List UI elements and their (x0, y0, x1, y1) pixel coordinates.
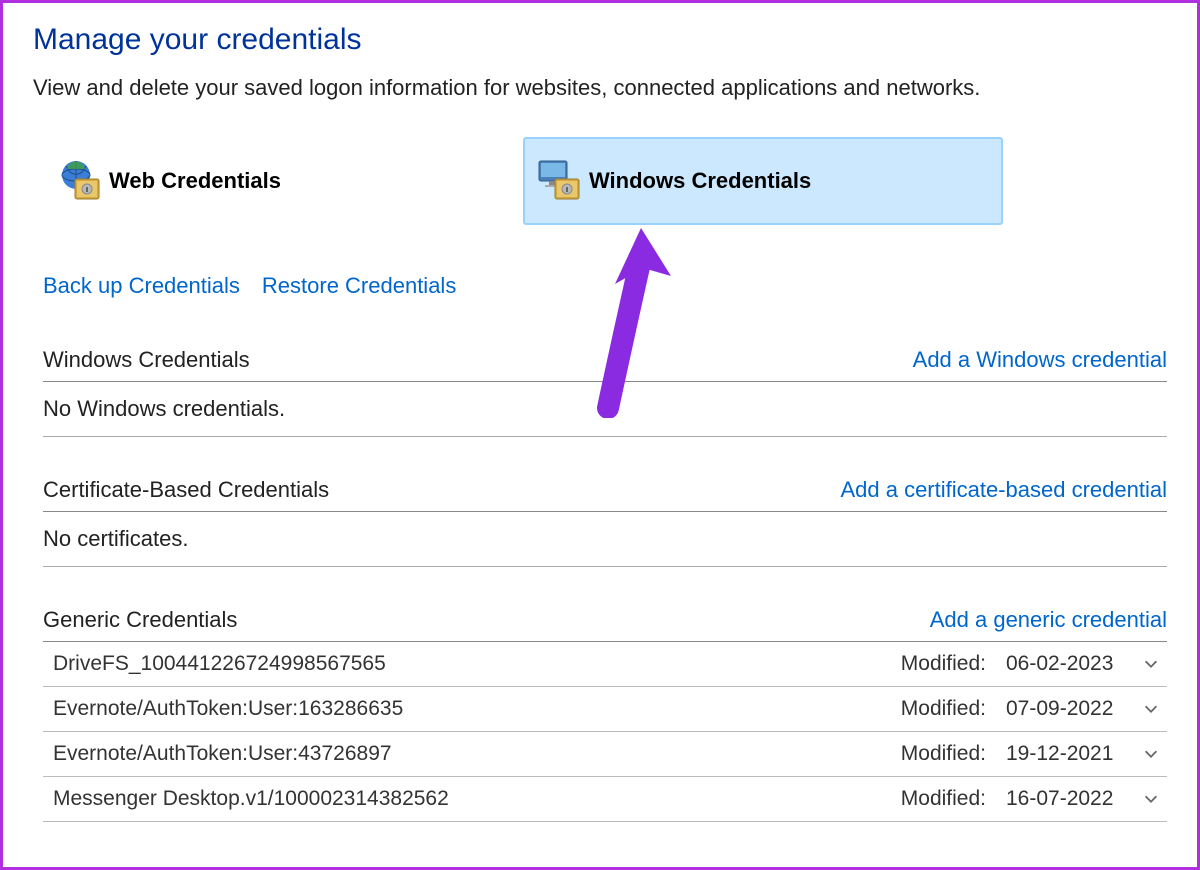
chevron-down-icon (1141, 654, 1161, 674)
section-windows-title: Windows Credentials (43, 347, 250, 373)
credential-name: Evernote/AuthToken:User:163286635 (53, 697, 403, 721)
globe-safe-icon (55, 157, 103, 205)
page-subtitle: View and delete your saved logon informa… (33, 75, 1167, 101)
tab-web-label: Web Credentials (109, 168, 281, 194)
section-certificate-credentials: Certificate-Based Credentials Add a cert… (33, 477, 1167, 567)
credential-row[interactable]: DriveFS_100441226724998567565 Modified: … (43, 642, 1167, 687)
modified-label: Modified: (901, 787, 986, 811)
chevron-down-icon (1141, 744, 1161, 764)
credential-tabs: Web Credentials Windows Credentials (43, 137, 1167, 225)
credential-row[interactable]: Messenger Desktop.v1/100002314382562 Mod… (43, 777, 1167, 822)
credential-name: Evernote/AuthToken:User:43726897 (53, 742, 392, 766)
chevron-down-icon (1141, 789, 1161, 809)
credential-name: Messenger Desktop.v1/100002314382562 (53, 787, 449, 811)
modified-date: 07-09-2022 (1006, 697, 1121, 721)
add-certificate-credential-link[interactable]: Add a certificate-based credential (840, 477, 1167, 503)
windows-empty-text: No Windows credentials. (43, 382, 1167, 437)
modified-label: Modified: (901, 697, 986, 721)
credential-row[interactable]: Evernote/AuthToken:User:163286635 Modifi… (43, 687, 1167, 732)
add-windows-credential-link[interactable]: Add a Windows credential (913, 347, 1167, 373)
credential-actions: Back up Credentials Restore Credentials (43, 273, 1167, 299)
add-generic-credential-link[interactable]: Add a generic credential (930, 607, 1167, 633)
tab-windows-label: Windows Credentials (589, 168, 811, 194)
tab-web-credentials[interactable]: Web Credentials (43, 137, 303, 225)
section-certificate-title: Certificate-Based Credentials (43, 477, 329, 503)
section-generic-credentials: Generic Credentials Add a generic creden… (33, 607, 1167, 822)
tab-windows-credentials[interactable]: Windows Credentials (523, 137, 1003, 225)
section-windows-credentials: Windows Credentials Add a Windows creden… (33, 347, 1167, 437)
chevron-down-icon (1141, 699, 1161, 719)
modified-label: Modified: (901, 742, 986, 766)
modified-label: Modified: (901, 652, 986, 676)
monitor-safe-icon (535, 157, 583, 205)
page-title: Manage your credentials (33, 23, 1167, 57)
modified-date: 16-07-2022 (1006, 787, 1121, 811)
restore-credentials-link[interactable]: Restore Credentials (262, 273, 456, 299)
backup-credentials-link[interactable]: Back up Credentials (43, 273, 240, 299)
certificate-empty-text: No certificates. (43, 512, 1167, 567)
section-generic-title: Generic Credentials (43, 607, 237, 633)
modified-date: 06-02-2023 (1006, 652, 1121, 676)
modified-date: 19-12-2021 (1006, 742, 1121, 766)
credential-row[interactable]: Evernote/AuthToken:User:43726897 Modifie… (43, 732, 1167, 777)
credential-name: DriveFS_100441226724998567565 (53, 652, 386, 676)
